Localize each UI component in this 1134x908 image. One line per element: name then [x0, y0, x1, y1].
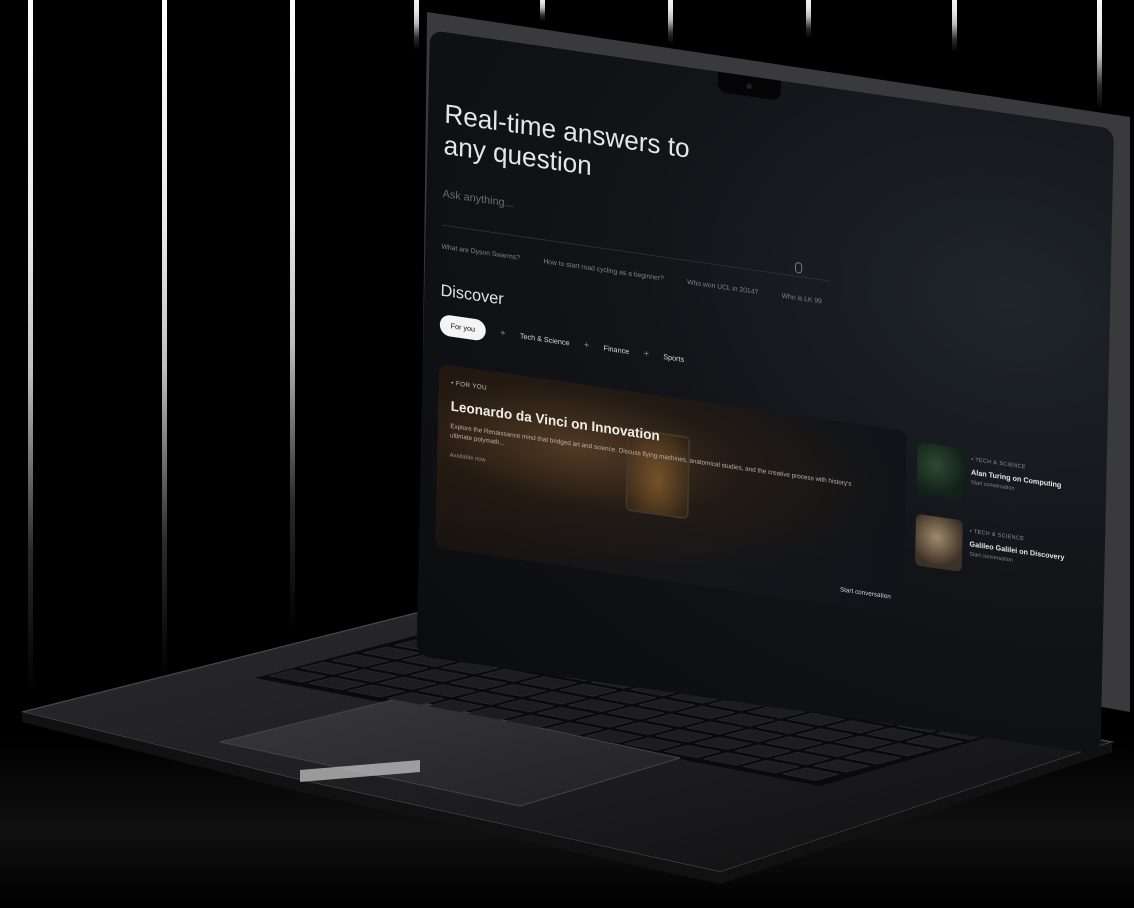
- suggestion-chip[interactable]: Who is LK 99: [782, 291, 822, 305]
- search-bar: [442, 179, 830, 282]
- keyboard-key: [717, 713, 774, 727]
- keyboard-key: [497, 699, 555, 713]
- keyboard-key: [607, 706, 665, 720]
- side-card[interactable]: • TECH & SCIENCE Alan Turing on Computin…: [916, 441, 1070, 523]
- keyboard-key: [742, 760, 800, 774]
- keyboard-key: [576, 714, 634, 728]
- keyboard-key: [599, 691, 656, 704]
- keyboard-key: [449, 676, 507, 690]
- keyboard-key: [308, 677, 366, 690]
- suggestion-chip[interactable]: Who won UCL in 2014?: [687, 278, 758, 297]
- keyboard-key: [647, 713, 704, 727]
- discover-heading: Discover: [440, 280, 504, 309]
- start-conversation-button[interactable]: Start conversation: [840, 587, 891, 601]
- keyboard-key: [663, 744, 721, 758]
- keyboard-key: [362, 646, 420, 660]
- keyboard-key: [835, 735, 893, 749]
- keyboard-key: [616, 721, 673, 735]
- app-window: Real-time answers to any question What a…: [416, 30, 1114, 755]
- keyboard-key: [694, 736, 752, 750]
- keyboard-key: [528, 691, 586, 705]
- keyboard-key: [537, 706, 594, 720]
- keyboard-key: [866, 727, 923, 741]
- tab-for-you[interactable]: For you: [439, 313, 487, 342]
- laptop-screen: Real-time answers to any question What a…: [416, 30, 1114, 755]
- plus-icon[interactable]: +: [644, 349, 649, 360]
- card-thumbnail: [916, 441, 965, 501]
- plus-icon[interactable]: +: [500, 328, 505, 339]
- keyboard-key: [624, 737, 682, 751]
- keyboard-key: [804, 743, 862, 757]
- featured-card[interactable]: • FOR YOU Leonardo da Vinci on Innovatio…: [435, 363, 907, 616]
- suggestion-chip[interactable]: How to start road cycling as a beginner?: [543, 257, 664, 283]
- keyboard-key: [905, 735, 963, 749]
- keyboard-key: [466, 707, 524, 721]
- keyboard-key: [387, 692, 445, 706]
- keyboard-key: [568, 699, 625, 712]
- keyboard-key: [875, 743, 932, 757]
- keyboard-key: [703, 752, 760, 766]
- keyboard-key: [331, 654, 389, 667]
- microphone-icon[interactable]: [794, 261, 803, 274]
- keyboard-key: [505, 714, 563, 728]
- side-card[interactable]: • TECH & SCIENCE Galileo Galilei on Disc…: [914, 513, 1069, 595]
- discover-tabs: For you + Tech & Science + Finance + Spo…: [439, 313, 685, 370]
- feature-category: • FOR YOU: [451, 380, 488, 392]
- card-thumbnail: [914, 513, 963, 572]
- keyboard-key: [489, 684, 546, 697]
- keyboard-key: [844, 751, 901, 765]
- keyboard-key: [813, 759, 870, 773]
- keyboard-key: [410, 669, 468, 682]
- tab-finance[interactable]: Finance: [604, 344, 630, 356]
- keyboard-key: [379, 676, 436, 690]
- tab-tech-science[interactable]: Tech & Science: [520, 332, 570, 347]
- keyboard-key: [678, 706, 735, 719]
- keyboard-key: [269, 669, 326, 683]
- keyboard-key: [520, 676, 578, 690]
- keyboard-key: [638, 698, 696, 712]
- keyboard-key: [655, 729, 712, 743]
- keyboard-key: [458, 691, 515, 705]
- keyboard-key: [734, 744, 791, 758]
- keyboard-key: [371, 661, 428, 675]
- suggestion-chip[interactable]: What are Dyson Swarms?: [441, 242, 520, 262]
- keyboard-key: [756, 720, 814, 734]
- keyboard-key: [545, 722, 603, 736]
- keyboard-key: [827, 720, 884, 734]
- plus-icon[interactable]: +: [584, 340, 589, 351]
- keyboard-key: [686, 721, 743, 735]
- keyboard-key: [796, 728, 853, 742]
- keyboard-key: [765, 736, 822, 750]
- keyboard-key: [725, 728, 783, 742]
- keyboard-key: [559, 683, 617, 697]
- keyboard-key: [418, 684, 476, 698]
- keyboard-key: [426, 699, 484, 713]
- keyboard-key: [300, 661, 358, 675]
- keyboard-key: [584, 729, 642, 743]
- keyboard-key: [782, 767, 839, 781]
- feature-availability: Available now: [449, 451, 486, 464]
- keyboard-key: [339, 669, 397, 683]
- tab-sports[interactable]: Sports: [663, 353, 684, 364]
- keyboard-key: [773, 751, 831, 765]
- keyboard-key: [347, 684, 405, 698]
